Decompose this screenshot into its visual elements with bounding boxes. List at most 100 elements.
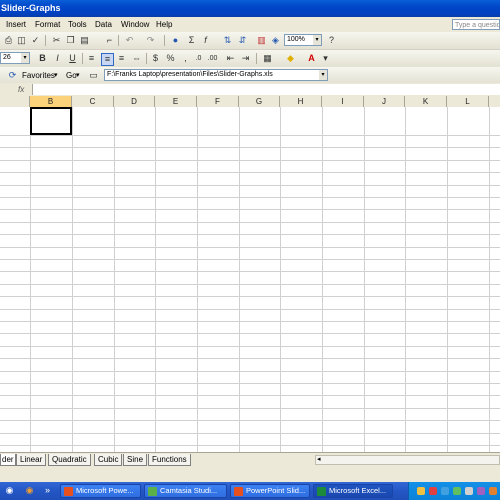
gridline: [0, 197, 500, 198]
decrease-indent-icon[interactable]: ⇤: [225, 53, 236, 64]
tray-icon[interactable]: [489, 487, 497, 495]
function-icon[interactable]: fx: [18, 85, 24, 94]
worksheet-grid[interactable]: [0, 107, 500, 452]
chart-wizard-icon[interactable]: ▥: [256, 35, 267, 46]
sort-descending-icon[interactable]: ⇵: [237, 35, 248, 46]
column-header-d[interactable]: D: [114, 96, 155, 107]
redo-icon[interactable]: ↷: [145, 35, 156, 46]
align-center-icon[interactable]: ≡: [101, 53, 114, 66]
column-header-e[interactable]: E: [155, 96, 197, 107]
tray-icon[interactable]: [441, 487, 449, 495]
sort-ascending-icon[interactable]: ⇅: [222, 35, 233, 46]
column-header-c[interactable]: C: [72, 96, 114, 107]
print-icon[interactable]: ⎙: [3, 35, 14, 46]
zoom-select[interactable]: 100% ▾: [284, 34, 322, 46]
gridline: [364, 107, 365, 452]
taskbar-item-label: PowerPoint Slid...: [246, 486, 306, 495]
taskbar-item-powerpoint[interactable]: Microsoft Powe...: [60, 484, 141, 498]
scroll-left-icon[interactable]: ◂: [317, 455, 321, 463]
taskbar-item-powerpoint-slide[interactable]: PowerPoint Slid...: [230, 484, 310, 498]
column-header-j[interactable]: J: [364, 96, 405, 107]
tray-icon[interactable]: [465, 487, 473, 495]
gridline: [0, 284, 500, 285]
chevron-down-icon: ▾: [76, 72, 80, 79]
menu-help[interactable]: Help: [156, 20, 172, 29]
function-icon[interactable]: f: [200, 35, 211, 46]
gridline: [0, 395, 500, 396]
sheet-tab-quadratic[interactable]: Quadratic: [48, 454, 91, 466]
merge-center-icon[interactable]: ⇔: [131, 53, 142, 64]
select-all-corner[interactable]: [0, 96, 30, 107]
sheet-tab-sine[interactable]: Sine: [123, 454, 148, 466]
sheet-tab-cubic[interactable]: Cubic: [94, 454, 123, 466]
paste-icon[interactable]: ▤: [79, 35, 90, 46]
show-web-toolbar-icon[interactable]: ▭: [88, 70, 99, 81]
increase-indent-icon[interactable]: ⇥: [240, 53, 251, 64]
menu-tools[interactable]: Tools: [68, 20, 87, 29]
sheet-tab-functions[interactable]: Functions: [148, 454, 191, 466]
gridline: [0, 445, 500, 446]
tray-icon[interactable]: [477, 487, 485, 495]
fill-color-icon[interactable]: ◆: [285, 53, 296, 64]
column-header-i[interactable]: I: [322, 96, 364, 107]
ask-question-input[interactable]: Type a questio: [452, 19, 500, 30]
column-header-b[interactable]: B: [30, 96, 72, 107]
undo-icon[interactable]: ↶: [124, 35, 135, 46]
active-cell[interactable]: [30, 107, 72, 135]
comma-icon[interactable]: ,: [180, 53, 191, 64]
align-right-icon[interactable]: ≡: [116, 53, 127, 64]
column-header-h[interactable]: H: [280, 96, 322, 107]
decrease-decimal-icon[interactable]: .00: [207, 53, 218, 64]
italic-icon[interactable]: I: [52, 53, 63, 64]
sheet-tab-linear[interactable]: Linear: [16, 454, 47, 466]
address-input[interactable]: F:\Franks Laptop\presentation\Files\Slid…: [104, 69, 328, 81]
tray-icon[interactable]: [429, 487, 437, 495]
quick-launch-icon[interactable]: ◉: [24, 485, 35, 496]
menu-data[interactable]: Data: [95, 20, 112, 29]
taskbar-item-camtasia[interactable]: Camtasia Studi...: [144, 484, 227, 498]
drawing-icon[interactable]: ◈: [270, 35, 281, 46]
quick-launch-icon[interactable]: »: [42, 485, 53, 496]
column-header-f[interactable]: F: [197, 96, 239, 107]
favorites-menu[interactable]: Favorites: [22, 71, 55, 80]
spelling-icon[interactable]: ✓: [30, 35, 41, 46]
powerpoint-icon: [64, 487, 73, 496]
font-size-select[interactable]: 26 ▾: [0, 52, 30, 64]
autosum-icon[interactable]: Σ: [186, 35, 197, 46]
tray-icon[interactable]: [453, 487, 461, 495]
menu-insert[interactable]: Insert: [6, 20, 26, 29]
format-painter-icon[interactable]: ⌐: [104, 35, 115, 46]
borders-icon[interactable]: ▦: [262, 53, 273, 64]
percent-icon[interactable]: %: [165, 53, 176, 64]
column-header-l[interactable]: L: [447, 96, 489, 107]
cut-icon[interactable]: ✂: [51, 35, 62, 46]
hyperlink-icon[interactable]: ●: [170, 35, 181, 46]
increase-decimal-icon[interactable]: .0: [193, 53, 204, 64]
formula-input[interactable]: [32, 84, 500, 95]
bold-icon[interactable]: B: [37, 53, 48, 64]
font-color-icon[interactable]: A: [306, 53, 317, 64]
horizontal-scrollbar[interactable]: ◂: [315, 455, 500, 465]
column-header-g[interactable]: G: [239, 96, 280, 107]
column-header-k[interactable]: K: [405, 96, 447, 107]
toolbar-separator: [118, 35, 119, 46]
taskbar-item-excel[interactable]: Microsoft Excel...: [313, 484, 393, 498]
gridline: [0, 433, 500, 434]
sheet-tab-slider[interactable]: der: [0, 454, 16, 466]
gridline: [0, 185, 500, 186]
menu-format[interactable]: Format: [35, 20, 60, 29]
help-icon[interactable]: ?: [326, 35, 337, 46]
copy-icon[interactable]: ❐: [65, 35, 76, 46]
preview-icon[interactable]: ◫: [16, 35, 27, 46]
align-left-icon[interactable]: ≡: [86, 53, 97, 64]
tray-icon[interactable]: [417, 487, 425, 495]
currency-icon[interactable]: $: [150, 53, 161, 64]
toolbar-options-icon[interactable]: ▾: [320, 53, 331, 64]
refresh-icon[interactable]: ⟳: [7, 70, 18, 81]
toolbar-separator: [164, 35, 165, 46]
underline-icon[interactable]: U: [67, 53, 78, 64]
menu-window[interactable]: Window: [121, 20, 149, 29]
quick-launch-icon[interactable]: ◉: [4, 485, 15, 496]
gridline: [0, 309, 500, 310]
toolbar-separator: [45, 35, 46, 46]
